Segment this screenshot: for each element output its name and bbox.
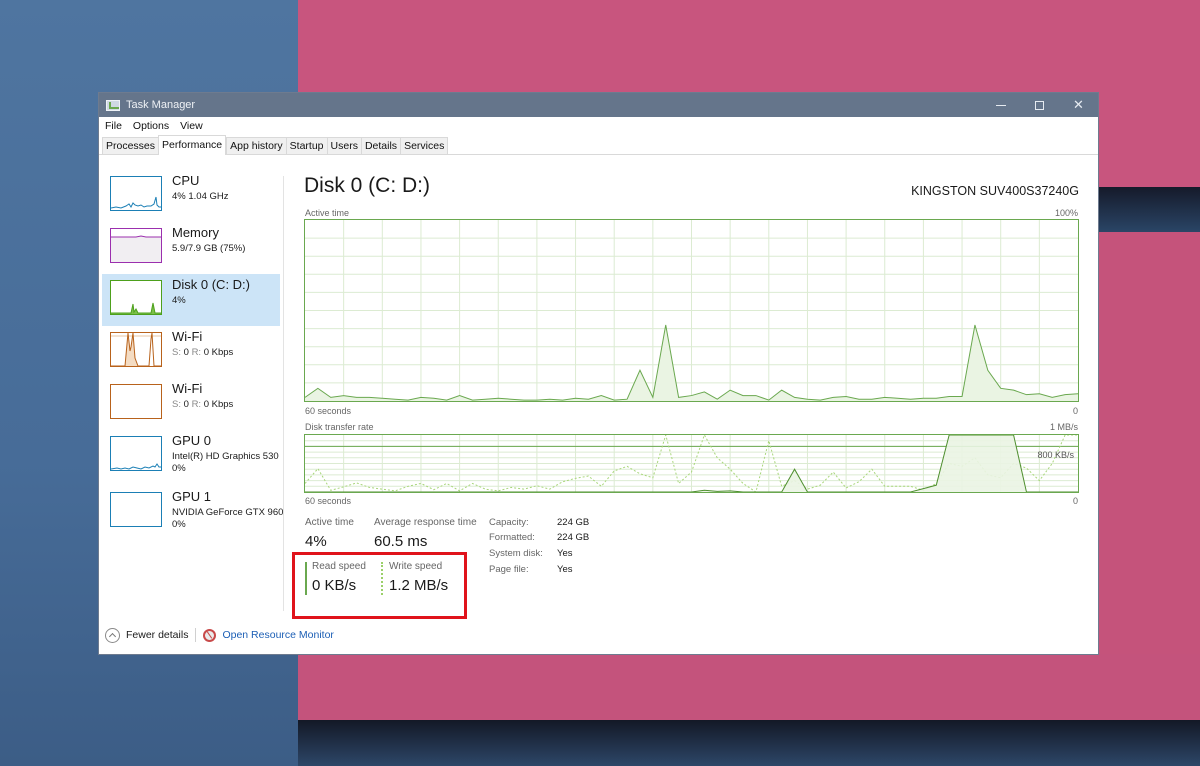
tab-services[interactable]: Services	[400, 137, 449, 154]
transfer-rate-plot-area	[304, 434, 1078, 493]
disk-thumbnail-graph	[110, 280, 162, 315]
active-time-plot-area	[304, 220, 1079, 401]
tab-processes[interactable]: Processes	[102, 137, 160, 154]
tab-startup[interactable]: Startup	[285, 137, 328, 154]
memory-thumbnail-graph	[110, 228, 162, 263]
active-time-max-label: 100%	[1054, 208, 1078, 218]
tab-strip: Processes Performance App history Startu…	[99, 134, 1098, 155]
resource-sidebar: CPU 4% 1.04 GHz Memory 5.9/7.9 GB (75%) …	[99, 156, 283, 616]
tab-details[interactable]: Details	[360, 137, 402, 154]
sidebar-item-gpu-1[interactable]: GPU 1 NVIDIA GeForce GTX 960 0%	[102, 486, 283, 538]
sidebar-item-usage: 0%	[172, 519, 186, 530]
property-label: System disk:	[489, 548, 543, 559]
sidebar-item-memory[interactable]: Memory 5.9/7.9 GB (75%)	[102, 222, 280, 274]
property-value: 224 GB	[557, 532, 590, 543]
transfer-rate-mid-label: 800 KB/s	[1037, 450, 1074, 460]
window-title: Task Manager	[126, 99, 196, 111]
sidebar-item-label: Wi-Fi	[172, 329, 203, 344]
highlight-annotation-box	[292, 552, 467, 619]
desktop-background-pink-bottom	[298, 654, 1200, 720]
page-title: Disk 0 (C: D:)	[304, 174, 430, 197]
property-value: Yes	[557, 564, 573, 575]
tab-app-history[interactable]: App history	[226, 137, 287, 154]
close-button[interactable]: ✕	[1059, 93, 1098, 117]
active-time-time-label: 60 seconds	[305, 406, 352, 416]
sidebar-item-label: Wi-Fi	[172, 381, 203, 396]
sidebar-item-detail: S: 0 R: 0 Kbps	[172, 399, 234, 410]
tab-users[interactable]: Users	[326, 137, 362, 154]
tab-performance[interactable]: Performance	[158, 135, 227, 155]
resource-monitor-icon[interactable]	[203, 628, 217, 642]
sidebar-item-label: CPU	[172, 173, 200, 188]
property-label: Page file:	[489, 564, 529, 575]
task-manager-window: Task Manager ✕ File Options View Process…	[98, 92, 1099, 655]
wifi-thumbnail-graph	[110, 384, 162, 419]
minimize-button[interactable]	[981, 93, 1020, 117]
transfer-rate-min-label: 0	[1072, 496, 1078, 506]
sidebar-item-gpu-0[interactable]: GPU 0 Intel(R) HD Graphics 530 0%	[102, 430, 280, 482]
property-value: 224 GB	[557, 517, 590, 528]
property-value: Yes	[557, 548, 573, 559]
sidebar-item-cpu[interactable]: CPU 4% 1.04 GHz	[102, 170, 280, 222]
sidebar-item-detail: 4% 1.04 GHz	[172, 191, 229, 202]
close-icon: ✕	[1073, 97, 1084, 112]
active-time-chart-label: Active time	[305, 208, 350, 218]
property-label: Formatted:	[489, 532, 535, 543]
sidebar-divider	[283, 176, 284, 611]
cpu-thumbnail-graph	[110, 176, 162, 211]
active-time-chart	[304, 219, 1079, 402]
avg-response-value: 60.5 ms	[374, 533, 428, 550]
fewer-details-button[interactable]: Fewer details	[126, 629, 188, 641]
wifi-thumbnail-graph	[110, 332, 162, 367]
footer-divider	[195, 628, 197, 642]
sidebar-item-label: Memory	[172, 225, 219, 240]
active-time-min-label: 0	[1072, 406, 1078, 416]
transfer-rate-chart	[304, 434, 1079, 493]
title-bar[interactable]: Task Manager ✕	[99, 93, 1098, 117]
menu-options[interactable]: Options	[133, 120, 169, 132]
open-resource-monitor-link[interactable]: Open Resource Monitor	[222, 629, 333, 641]
footer: Fewer details Open Resource Monitor	[105, 625, 334, 645]
sidebar-item-detail: 4%	[172, 295, 186, 306]
sidebar-item-label: Disk 0 (C: D:)	[172, 277, 250, 292]
sidebar-item-wifi-1[interactable]: Wi-Fi S: 0 R: 0 Kbps	[102, 326, 280, 378]
active-time-stat-value: 4%	[305, 533, 327, 550]
disk-model: KINGSTON SUV400S37240G	[911, 184, 1079, 198]
sidebar-item-detail: 5.9/7.9 GB (75%)	[172, 243, 246, 254]
menu-view[interactable]: View	[180, 120, 203, 132]
maximize-icon	[1035, 100, 1044, 110]
sidebar-item-wifi-2[interactable]: Wi-Fi S: 0 R: 0 Kbps	[102, 378, 280, 430]
property-label: Capacity:	[489, 517, 529, 528]
maximize-button[interactable]	[1020, 93, 1059, 117]
sidebar-item-detail: Intel(R) HD Graphics 530	[172, 451, 279, 462]
menu-file[interactable]: File	[105, 120, 122, 132]
menu-bar: File Options View	[99, 117, 1098, 134]
active-time-stat-label: Active time	[305, 517, 354, 528]
transfer-rate-time-label: 60 seconds	[305, 496, 352, 506]
transfer-rate-max-label: 1 MB/s	[1049, 422, 1078, 432]
sidebar-item-usage: 0%	[172, 463, 186, 474]
window-controls: ✕	[981, 93, 1098, 117]
gpu-thumbnail-graph	[110, 436, 162, 471]
minimize-icon	[995, 104, 1006, 106]
avg-response-label: Average response time	[374, 517, 477, 528]
sidebar-item-label: GPU 1	[172, 489, 212, 504]
transfer-rate-chart-label: Disk transfer rate	[305, 422, 374, 432]
chevron-up-icon[interactable]	[105, 627, 120, 643]
sidebar-item-disk-0[interactable]: Disk 0 (C: D:) 4%	[102, 274, 280, 326]
gpu-thumbnail-graph	[110, 492, 162, 527]
task-manager-app-icon	[106, 99, 120, 111]
desktop-background-shadow-band	[1098, 187, 1200, 232]
sidebar-item-detail: S: 0 R: 0 Kbps	[172, 347, 234, 358]
sidebar-item-detail: NVIDIA GeForce GTX 960	[172, 507, 284, 518]
desktop-background-shadow-bottom	[298, 720, 1200, 766]
sidebar-item-label: GPU 0	[172, 433, 212, 448]
